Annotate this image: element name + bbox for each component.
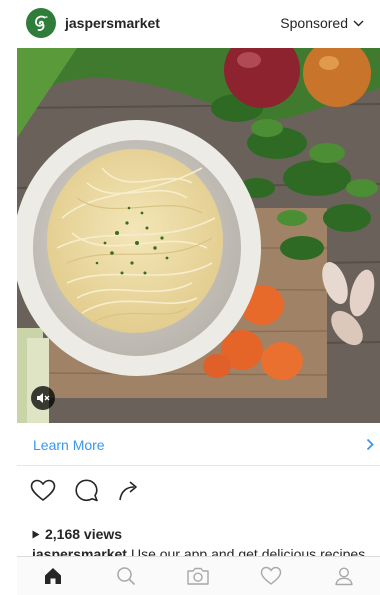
home-icon: [45, 568, 62, 584]
views-count: 2,168 views: [45, 526, 123, 542]
sponsored-label: Sponsored: [280, 15, 348, 31]
learn-more-label: Learn More: [33, 436, 105, 453]
camera-icon: [187, 567, 210, 585]
play-icon: [32, 530, 40, 538]
search-icon: [117, 567, 135, 586]
activity-heart-icon: [260, 566, 282, 585]
nav-home[interactable]: [33, 561, 73, 591]
jaspersmarket-logo-icon: [35, 15, 48, 31]
post-header: jaspersmarket Sponsored: [0, 0, 380, 46]
learn-more-button[interactable]: Learn More: [17, 424, 380, 466]
comment-icon[interactable]: [74, 478, 99, 503]
sponsored-menu[interactable]: Sponsored: [280, 15, 364, 31]
post-media[interactable]: [17, 48, 380, 423]
speaker-muted-icon: [37, 393, 50, 403]
nav-profile[interactable]: [324, 561, 364, 591]
profile-icon: [334, 567, 353, 586]
views-toggle[interactable]: 2,168 views: [32, 526, 122, 542]
nav-camera[interactable]: [178, 561, 218, 591]
chevron-down-icon: [353, 20, 364, 26]
bottom-nav: [17, 556, 380, 595]
post-username[interactable]: jaspersmarket: [65, 15, 160, 31]
heart-icon[interactable]: [30, 479, 56, 502]
mute-button[interactable]: [31, 386, 55, 410]
post-actions: [30, 478, 141, 503]
nav-activity[interactable]: [251, 561, 291, 591]
food-photo: [17, 48, 380, 423]
chevron-right-icon: [366, 438, 374, 451]
share-icon[interactable]: [117, 479, 141, 503]
nav-search[interactable]: [106, 561, 146, 591]
avatar[interactable]: [26, 8, 56, 38]
